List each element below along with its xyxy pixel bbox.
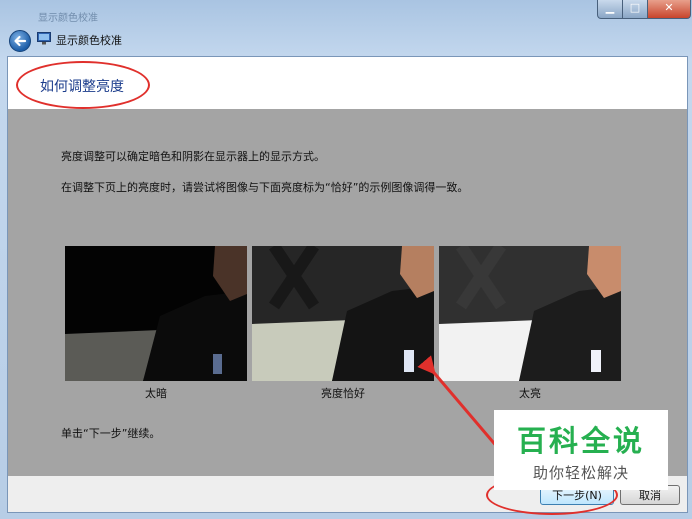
- watermark-logo: 百科全说 助你轻松解决: [494, 410, 668, 490]
- watermark-brand: 百科全说: [516, 424, 645, 458]
- watermark-slogan: 助你轻松解决: [532, 464, 629, 482]
